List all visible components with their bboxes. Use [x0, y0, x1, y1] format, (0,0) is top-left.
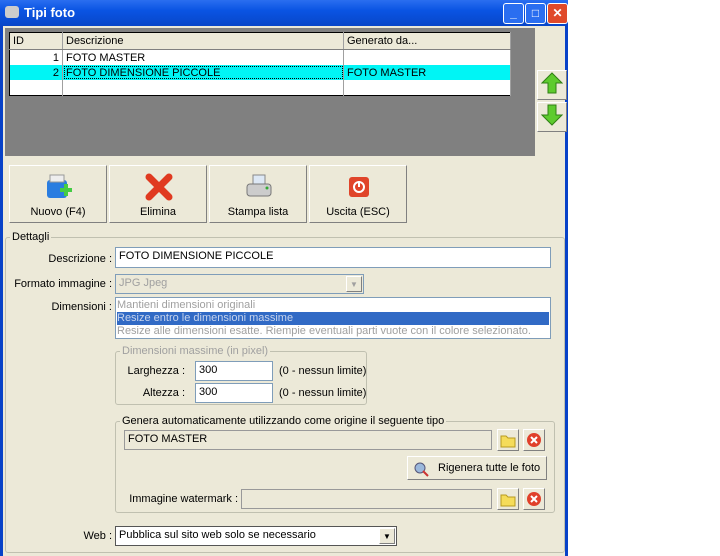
chevron-down-icon: ▼ [379, 528, 395, 544]
browse-watermark-button[interactable] [497, 488, 519, 510]
title-bar: Tipi foto _ □ ✕ [0, 0, 568, 26]
descrizione-input[interactable]: FOTO DIMENSIONE PICCOLE [115, 247, 551, 268]
altezza-label: Altezza : [142, 387, 185, 399]
larghezza-input[interactable]: 300 [195, 361, 273, 381]
chevron-down-icon: ▼ [346, 276, 362, 292]
arrow-up-icon [540, 72, 564, 94]
close-button[interactable]: ✕ [547, 3, 568, 24]
col-id[interactable]: ID [9, 32, 63, 50]
descrizione-label: Descrizione : [48, 253, 112, 265]
regenerate-icon [414, 462, 429, 477]
clear-source-button[interactable] [523, 429, 545, 451]
delete-icon [145, 173, 173, 201]
folder-icon [500, 435, 516, 448]
clear-watermark-button[interactable] [523, 488, 545, 510]
watermark-field[interactable] [241, 489, 492, 509]
nuovo-button[interactable]: Nuovo (F4) [9, 165, 107, 223]
col-generato[interactable]: Generato da... [343, 32, 511, 50]
browse-source-button[interactable] [497, 429, 519, 451]
altezza-input[interactable]: 300 [195, 383, 273, 403]
move-down-button[interactable] [537, 102, 567, 132]
larghezza-hint: (0 - nessun limite) [279, 365, 367, 377]
list-item[interactable]: Resize alle dimensioni esatte. Riempie e… [117, 325, 549, 338]
clear-icon [527, 492, 541, 506]
stampa-button[interactable]: Stampa lista [209, 165, 307, 223]
new-icon [47, 174, 72, 198]
watermark-label: Immagine watermark : [129, 493, 238, 505]
list-item[interactable]: Mantieni dimensioni originali [117, 299, 549, 312]
move-up-button[interactable] [537, 70, 567, 100]
dimensioni-listbox[interactable]: Mantieni dimensioni originali Resize ent… [115, 297, 551, 339]
types-grid[interactable]: ID Descrizione Generato da... 1 FOTO MASTER… [9, 32, 511, 96]
app-icon [5, 6, 19, 18]
table-row-selected[interactable]: 2 FOTO DIMENSIONE PICCOLE FOTO MASTER [9, 65, 511, 80]
arrow-down-icon [540, 104, 564, 126]
altezza-hint: (0 - nessun limite) [279, 387, 367, 399]
formato-label: Formato immagine : [14, 278, 112, 290]
table-row-empty[interactable] [9, 80, 511, 96]
rigenera-button[interactable]: Rigenera tutte le foto [407, 456, 547, 480]
elimina-button[interactable]: Elimina [109, 165, 207, 223]
printer-icon [246, 174, 272, 197]
larghezza-label: Larghezza : [127, 365, 185, 377]
uscita-button[interactable]: Uscita (ESC) [309, 165, 407, 223]
client-area: ID Descrizione Generato da... 1 FOTO MASTER… [3, 26, 567, 556]
window: Tipi foto _ □ ✕ ID Descrizione Generato da… [0, 0, 568, 556]
list-item-selected[interactable]: Resize entro le dimensioni massime [117, 312, 549, 325]
minimize-button[interactable]: _ [503, 3, 524, 24]
dimensioni-label: Dimensioni : [51, 301, 112, 313]
web-label: Web : [83, 530, 112, 542]
col-descrizione[interactable]: Descrizione [62, 32, 344, 50]
table-row[interactable]: 1 FOTO MASTER [9, 49, 511, 65]
grid-panel: ID Descrizione Generato da... 1 FOTO MASTER… [5, 28, 535, 156]
folder-icon [500, 494, 516, 507]
genera-source-field[interactable]: FOTO MASTER [124, 430, 492, 450]
maximize-button[interactable]: □ [525, 3, 546, 24]
web-select[interactable]: Pubblica sul sito web solo se necessario… [115, 526, 397, 546]
clear-icon [527, 433, 541, 447]
power-icon [349, 177, 369, 197]
formato-select[interactable]: JPG Jpeg ▼ [115, 274, 364, 294]
window-title: Tipi foto [24, 5, 76, 20]
